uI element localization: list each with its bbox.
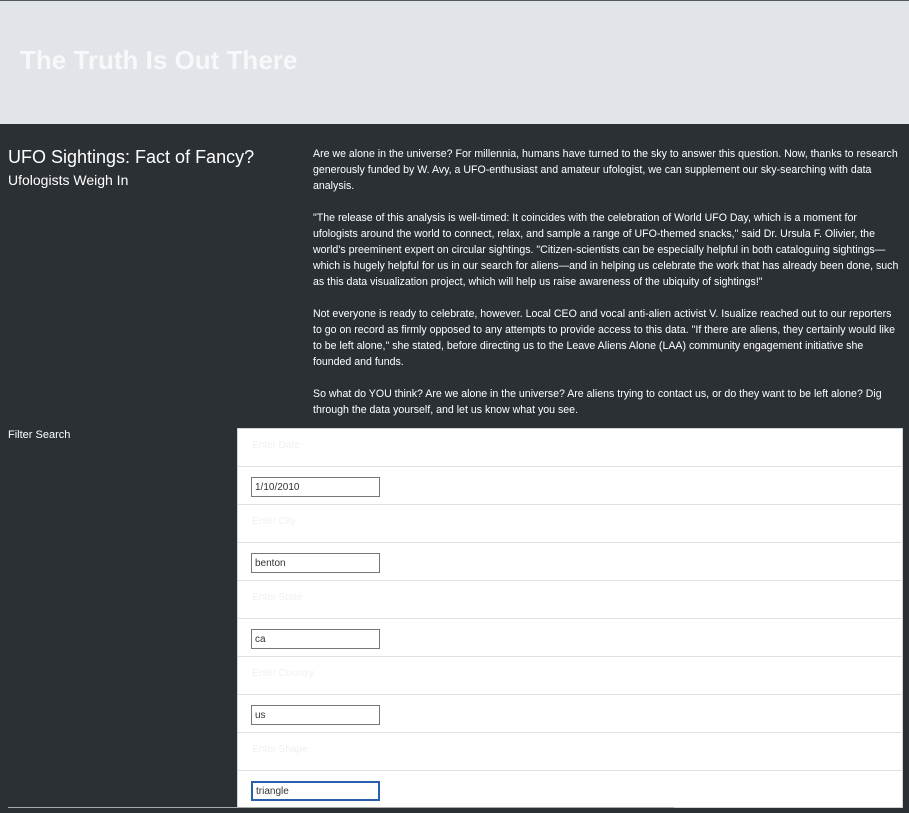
intro-title: UFO Sightings: Fact of Fancy?: [8, 147, 255, 167]
page-title: The Truth Is Out There: [20, 45, 298, 75]
divider: [8, 807, 674, 808]
filter-panel: Enter Date Enter City Enter State Enter …: [237, 428, 903, 808]
date-input[interactable]: [251, 477, 380, 497]
country-label: Enter Country: [252, 668, 314, 679]
article-paragraph: Are we alone in the universe? For millen…: [313, 148, 898, 192]
country-input[interactable]: [251, 705, 380, 725]
article-paragraph: "The release of this analysis is well-ti…: [313, 212, 899, 288]
shape-input[interactable]: [251, 781, 380, 801]
filter-search-label: Filter Search: [8, 429, 71, 441]
article-paragraph: Not everyone is ready to celebrate, howe…: [313, 308, 896, 368]
city-label: Enter City: [252, 516, 296, 527]
intro-subtitle: Ufologists Weigh In: [8, 171, 129, 188]
state-label: Enter State: [252, 592, 303, 603]
city-input[interactable]: [251, 553, 380, 573]
country-label-row: Enter Country: [238, 657, 902, 695]
header-banner: The Truth Is Out There: [0, 1, 909, 124]
article-body: Are we alone in the universe? For millen…: [313, 146, 903, 434]
date-input-row: [238, 467, 902, 505]
state-input[interactable]: [251, 629, 380, 649]
shape-label-row: Enter Shape: [238, 733, 902, 771]
date-label: Enter Date: [252, 440, 300, 451]
city-input-row: [238, 543, 902, 581]
date-label-row: Enter Date: [238, 429, 902, 467]
article-paragraph: So what do YOU think? Are we alone in th…: [313, 388, 882, 416]
state-label-row: Enter State: [238, 581, 902, 619]
state-input-row: [238, 619, 902, 657]
intro-section: UFO Sightings: Fact of Fancy? Ufologists…: [8, 146, 298, 188]
shape-label: Enter Shape: [252, 744, 308, 755]
country-input-row: [238, 695, 902, 733]
city-label-row: Enter City: [238, 505, 902, 543]
shape-input-row: [238, 771, 902, 809]
